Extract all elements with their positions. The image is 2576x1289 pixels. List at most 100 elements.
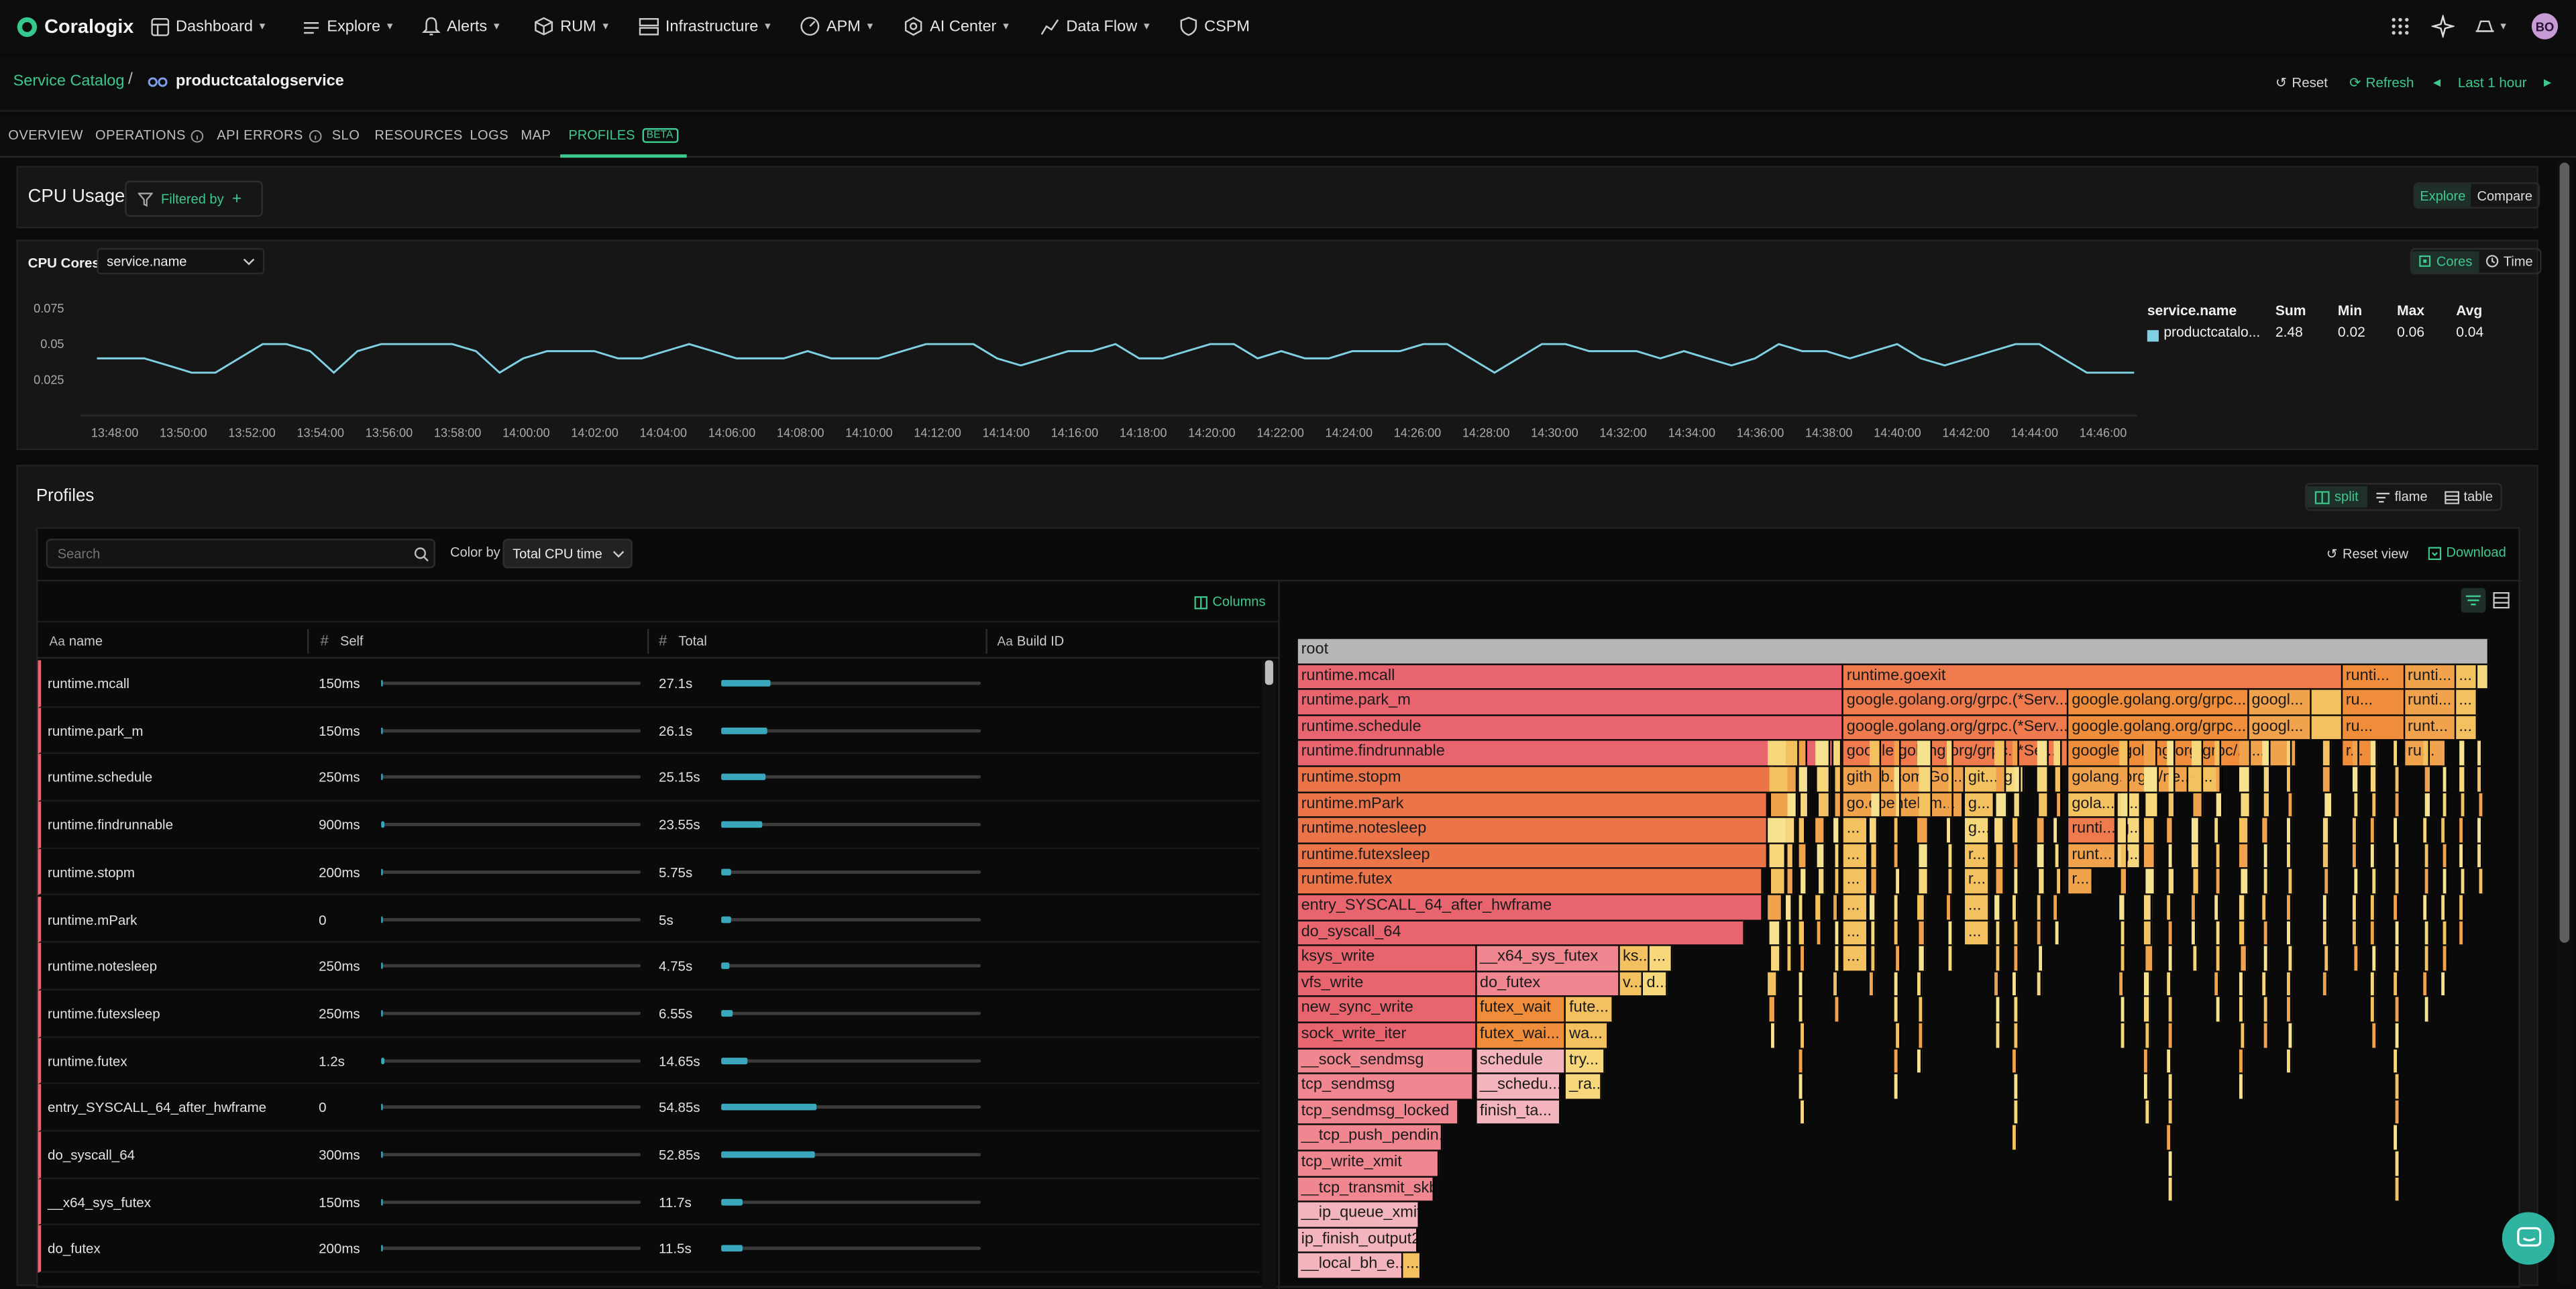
time-range-value[interactable]: Last 1 hour xyxy=(2458,74,2527,90)
flame-frame[interactable]: ksys_write xyxy=(1297,946,1477,970)
flame-frame[interactable] xyxy=(2216,869,2222,893)
flame-frame[interactable] xyxy=(2394,972,2399,996)
flame-frame[interactable]: ... xyxy=(1843,946,1868,970)
nav-infrastructure[interactable]: Infrastructure ▾ xyxy=(639,15,771,38)
flame-frame[interactable] xyxy=(2191,818,2200,842)
flame-frame[interactable] xyxy=(2423,972,2428,996)
flame-frame[interactable]: root xyxy=(1297,638,2489,663)
flame-frame[interactable] xyxy=(1798,972,1803,996)
flame-frame[interactable] xyxy=(2214,818,2220,842)
flame-frame[interactable] xyxy=(1817,869,1825,893)
flame-frame[interactable] xyxy=(1996,946,2002,970)
flame-view-button[interactable]: flame xyxy=(2367,486,2436,508)
flame-frame[interactable]: new_sync_write xyxy=(1297,997,1477,1022)
flame-frame[interactable]: runtime.park_m xyxy=(1297,690,1843,714)
flame-frame[interactable] xyxy=(1787,767,1799,791)
flame-frame[interactable] xyxy=(2056,792,2062,817)
flame-frame[interactable] xyxy=(2144,844,2156,868)
flame-frame[interactable] xyxy=(2396,1176,2401,1201)
flame-frame[interactable] xyxy=(2012,972,2018,996)
flame-frame[interactable] xyxy=(2322,895,2328,919)
flame-frame[interactable]: g... xyxy=(1965,792,1995,817)
flame-frame[interactable] xyxy=(2168,1074,2174,1099)
flame-frame[interactable] xyxy=(2323,844,2330,868)
flame-frame[interactable] xyxy=(2371,792,2378,817)
flame-frame[interactable]: entry_SYSCALL_64_after_hwframe xyxy=(1297,895,1763,919)
flame-frame[interactable] xyxy=(2424,767,2431,791)
flame-frame[interactable] xyxy=(2323,920,2328,945)
flame-frame[interactable] xyxy=(2143,895,2153,919)
flame-frame[interactable] xyxy=(2441,741,2447,765)
flame-frame[interactable]: runti... xyxy=(2342,664,2405,689)
chat-support-button[interactable] xyxy=(2502,1212,2555,1265)
flame-frame[interactable] xyxy=(1800,1100,1805,1124)
flame-frame[interactable] xyxy=(1798,895,1805,919)
flame-frame[interactable] xyxy=(2371,997,2376,1022)
flame-frame[interactable]: google.golang.org/grpc/... xyxy=(2068,741,2249,765)
flame-frame[interactable] xyxy=(2239,741,2251,765)
flame-frame[interactable] xyxy=(2324,792,2332,817)
flame-frame[interactable] xyxy=(2241,1023,2246,1048)
flame-frame[interactable]: runtime.futex xyxy=(1297,869,1763,893)
flame-frame[interactable] xyxy=(1817,844,1826,868)
flame-frame[interactable] xyxy=(1994,895,2002,919)
flame-frame[interactable] xyxy=(2167,818,2174,842)
flame-frame[interactable] xyxy=(1786,818,1795,842)
flame-frame[interactable] xyxy=(2423,895,2428,919)
flame-frame[interactable] xyxy=(2353,869,2359,893)
flame-frame[interactable] xyxy=(2119,895,2125,919)
flame-frame[interactable] xyxy=(2286,741,2292,765)
tab-operations[interactable]: OPERATIONS xyxy=(95,128,204,143)
flame-frame[interactable] xyxy=(2396,792,2401,817)
flame-frame[interactable] xyxy=(1947,895,1952,919)
nav-ai-center[interactable]: AI Center ▾ xyxy=(904,15,1009,38)
flame-frame[interactable]: runtime.findrunnable xyxy=(1297,741,1834,765)
flame-frame[interactable] xyxy=(1949,792,1954,817)
flame-frame[interactable] xyxy=(2012,1048,2018,1073)
nav-alerts[interactable]: Alerts ▾ xyxy=(422,15,500,38)
flame-frame[interactable] xyxy=(2216,997,2221,1022)
flame-frame[interactable]: runtime.notesleep xyxy=(1297,818,1769,842)
flame-frame[interactable] xyxy=(2394,920,2400,945)
table-scrollbar-thumb[interactable] xyxy=(1265,660,1273,685)
flame-frame[interactable] xyxy=(1835,997,1840,1022)
tab-logs[interactable]: LOGS xyxy=(470,128,508,143)
flame-frame[interactable] xyxy=(2167,1048,2173,1073)
flame-frame[interactable] xyxy=(2287,920,2293,945)
table-row[interactable]: do_syscall_64 300ms 52.85s xyxy=(38,1131,1260,1179)
flame-frame[interactable] xyxy=(1917,972,1923,996)
flame-frame[interactable] xyxy=(2324,946,2329,970)
flame-frame[interactable] xyxy=(2191,895,2197,919)
explore-toggle[interactable]: Explore xyxy=(2415,184,2471,207)
flame-frame[interactable] xyxy=(2264,946,2270,970)
color-by-select[interactable]: Total CPU time xyxy=(502,539,633,569)
flame-frame[interactable] xyxy=(2168,844,2174,868)
flame-frame[interactable] xyxy=(1770,946,1781,970)
flame-frame[interactable] xyxy=(2459,741,2465,765)
flame-frame[interactable] xyxy=(2121,792,2130,817)
flame-frame[interactable] xyxy=(2286,818,2292,842)
flame-frame[interactable] xyxy=(2288,792,2294,817)
flame-frame[interactable]: github.com/Go... xyxy=(1843,767,1965,791)
flame-frame[interactable] xyxy=(2013,844,2019,868)
compare-toggle[interactable]: Compare xyxy=(2471,184,2539,207)
flame-frame[interactable]: v... xyxy=(1619,972,1644,996)
flame-frame[interactable] xyxy=(2423,818,2429,842)
flame-frame[interactable] xyxy=(2167,895,2173,919)
column-header-build-id[interactable]: Build ID xyxy=(1017,634,1064,649)
flame-frame[interactable] xyxy=(2241,792,2251,817)
flame-frame[interactable] xyxy=(2014,1023,2020,1048)
flame-frame[interactable]: r... xyxy=(1965,844,1989,868)
flame-frame[interactable] xyxy=(1816,741,1831,765)
flame-frame[interactable] xyxy=(1800,1023,1805,1048)
flame-frame[interactable] xyxy=(2192,844,2200,868)
flame-frame[interactable] xyxy=(2168,1151,2174,1176)
flame-frame[interactable]: tcp_write_xmit xyxy=(1297,1151,1439,1176)
flame-frame[interactable]: __local_bh_e... xyxy=(1297,1253,1403,1278)
flame-frame[interactable] xyxy=(2145,792,2159,817)
table-row[interactable]: runtime.stopm 200ms 5.75s xyxy=(38,848,1260,896)
flame-frame[interactable]: ru... xyxy=(2342,716,2405,740)
flame-frame[interactable] xyxy=(1917,741,1932,765)
flame-frame[interactable] xyxy=(2214,741,2221,765)
flame-frame[interactable] xyxy=(2394,1048,2399,1073)
